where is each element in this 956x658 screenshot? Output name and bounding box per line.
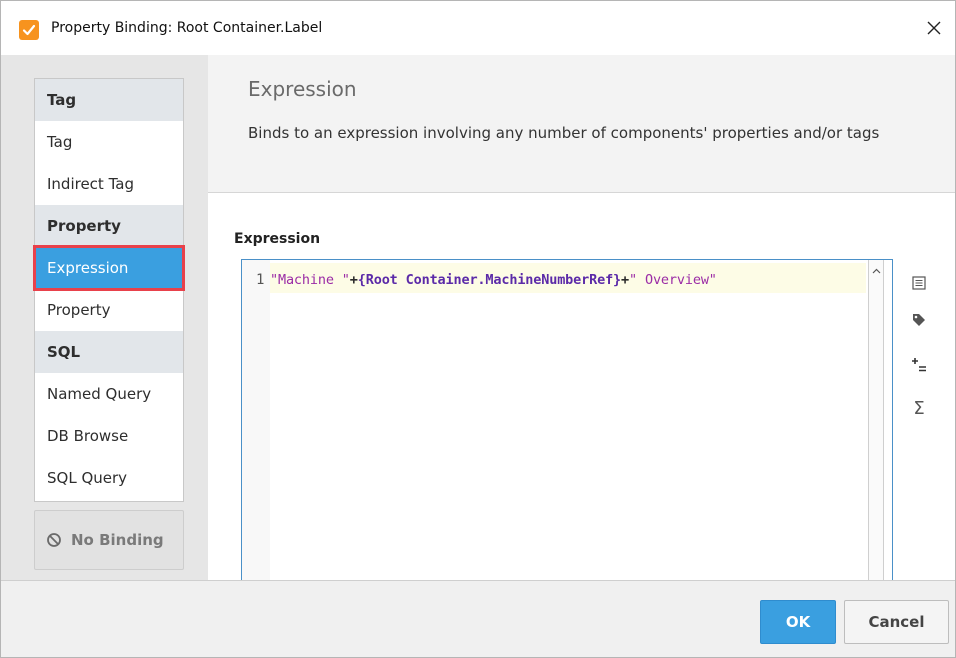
no-binding-button[interactable]: No Binding: [34, 510, 184, 570]
binding-type-sql-query[interactable]: SQL Query: [35, 457, 183, 499]
chevron-up-icon: [872, 268, 880, 274]
code-operator-token: +: [621, 272, 630, 288]
property-binding-dialog: Property Binding: Root Container.Label T…: [0, 0, 956, 658]
code-property-reference: {Root Container.MachineNumberRef}: [357, 272, 622, 288]
no-binding-label: No Binding: [71, 531, 164, 549]
dialog-footer: OK Cancel: [1, 580, 955, 657]
binding-type-title: Expression: [248, 77, 357, 101]
insert-operator-icon: [912, 358, 926, 372]
tag-browse-button[interactable]: [906, 308, 932, 334]
expression-tools: Σ: [894, 259, 954, 580]
prohibited-icon: [47, 533, 61, 547]
insert-operator-button[interactable]: [906, 352, 932, 378]
group-header-tag: Tag: [35, 79, 183, 121]
editor-scrollbar[interactable]: [868, 260, 884, 580]
binding-type-db-browse[interactable]: DB Browse: [35, 415, 183, 457]
close-button[interactable]: [919, 13, 949, 43]
binding-type-list: Tag Tag Indirect Tag Property Expression…: [33, 78, 185, 502]
binding-check-icon: [19, 20, 39, 40]
code-string-token: " Overview": [629, 272, 717, 288]
line-number: 1: [256, 272, 265, 288]
title-bar: Property Binding: Root Container.Label: [1, 1, 955, 55]
expression-code: "Machine "+{Root Container.MachineNumber…: [270, 272, 717, 288]
binding-type-tag[interactable]: Tag: [35, 121, 183, 163]
group-header-property: Property: [35, 205, 183, 247]
group-header-sql: SQL: [35, 331, 183, 373]
current-code-line[interactable]: "Machine "+{Root Container.MachineNumber…: [270, 263, 866, 293]
cancel-button[interactable]: Cancel: [844, 600, 949, 644]
line-number-gutter: 1: [242, 260, 270, 580]
property-browse-button[interactable]: [906, 271, 932, 297]
scroll-up-button[interactable]: [869, 262, 883, 282]
binding-type-description: Binds to an expression involving any num…: [248, 124, 880, 142]
binding-type-expression[interactable]: Expression: [33, 245, 185, 291]
code-string-token: "Machine ": [270, 272, 350, 288]
insert-function-button[interactable]: Σ: [906, 396, 932, 422]
sigma-function-icon: Σ: [913, 398, 925, 419]
window-title: Property Binding: Root Container.Label: [51, 20, 323, 36]
ok-button[interactable]: OK: [760, 600, 836, 644]
binding-type-panel: Tag Tag Indirect Tag Property Expression…: [1, 55, 208, 580]
binding-description-header: Expression Binds to an expression involv…: [208, 55, 955, 193]
binding-type-indirect-tag[interactable]: Indirect Tag: [35, 163, 183, 205]
binding-type-named-query[interactable]: Named Query: [35, 373, 183, 415]
close-icon: [927, 21, 941, 35]
binding-type-property[interactable]: Property: [35, 289, 183, 331]
tag-icon: [913, 314, 925, 326]
code-operator-token: +: [349, 272, 358, 288]
expression-field-label: Expression: [234, 231, 321, 247]
expression-editor[interactable]: 1 "Machine "+{Root Container.MachineNumb…: [241, 259, 893, 580]
list-icon: [912, 276, 926, 290]
